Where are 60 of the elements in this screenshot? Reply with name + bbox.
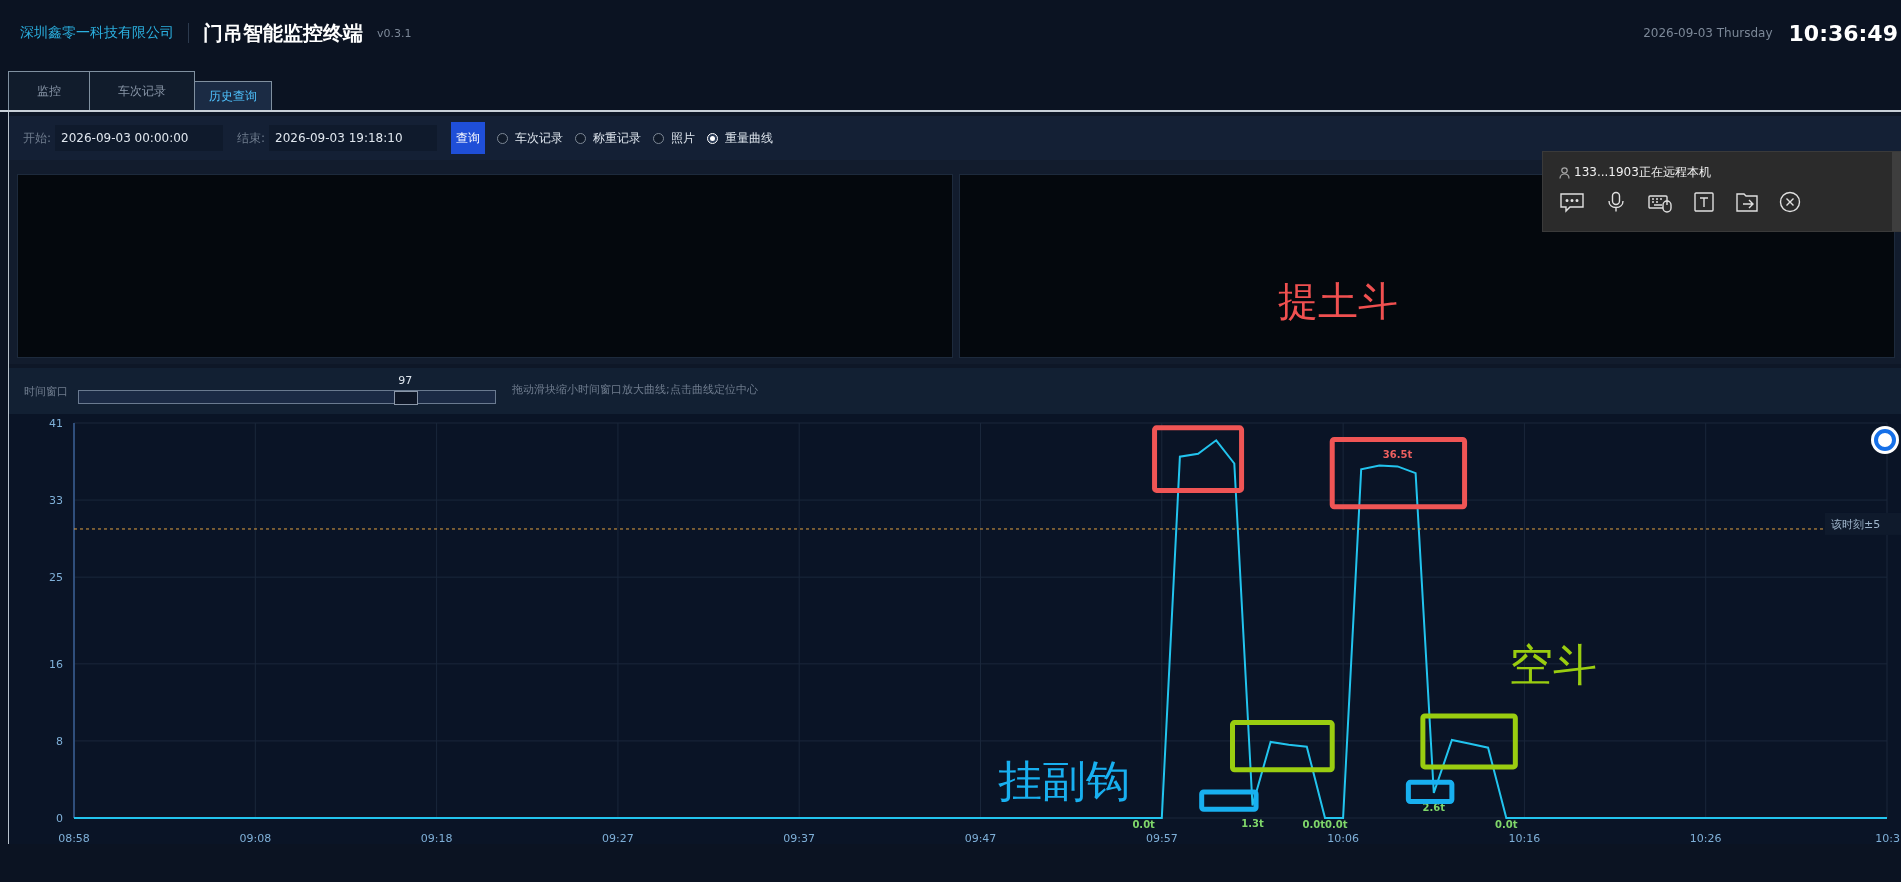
folder-arrow-icon[interactable] <box>1735 191 1759 213</box>
axis-label: 10:26 <box>1689 832 1722 844</box>
tab[interactable]: 监控 <box>8 71 90 110</box>
radio-button[interactable] <box>575 132 587 144</box>
axis-label: 09:08 <box>239 832 272 844</box>
chat-icon[interactable] <box>1559 191 1585 213</box>
company-name: 深圳鑫零一科技有限公司 <box>20 24 174 42</box>
query-button[interactable]: 查询 <box>451 122 486 154</box>
slider-track[interactable] <box>78 390 496 404</box>
axis-label: 0 <box>56 812 63 825</box>
field-label: 结束: <box>237 129 266 147</box>
version-label: v0.3.1 <box>377 26 412 40</box>
value-label: 0.0t <box>1495 819 1518 830</box>
threshold-tag: 该时刻±5 <box>1825 513 1901 535</box>
axis-label: 08:58 <box>58 832 90 844</box>
axis-label: 09:27 <box>602 832 634 844</box>
axis-label: 8 <box>56 734 63 748</box>
annotation-text: 挂副钩 <box>997 754 1130 806</box>
input-field[interactable]: 2026-09-03 00:00:00 <box>55 125 224 151</box>
text-box-icon[interactable] <box>1693 191 1715 213</box>
radio-label[interactable]: 重量曲线 <box>725 129 774 147</box>
tab[interactable]: 历史查询 <box>194 81 272 110</box>
date-label: 2026-09-03 Thursday <box>1643 26 1773 40</box>
axis-label: 09:47 <box>964 832 997 844</box>
tab[interactable]: 车次记录 <box>89 71 195 110</box>
radio-label[interactable]: 车次记录 <box>515 129 564 147</box>
annotation-text: 空斗 <box>1509 639 1598 691</box>
ring-icon[interactable] <box>1871 426 1899 454</box>
clock-time: 10:36:49 <box>1788 20 1898 46</box>
axis-label: 09:18 <box>420 832 453 844</box>
axis-label: 41 <box>49 417 63 430</box>
slider-value: 97 <box>397 374 414 387</box>
axis-label: 16 <box>49 657 63 671</box>
axis-label: 10:3 <box>1875 832 1900 844</box>
field-label: 开始: <box>23 129 52 147</box>
radio-label[interactable]: 称重记录 <box>593 129 642 147</box>
value-label: 1.3t <box>1241 818 1264 829</box>
radio-button[interactable] <box>653 132 665 144</box>
microphone-icon[interactable] <box>1605 191 1627 213</box>
user-icon <box>1559 166 1570 179</box>
radio-button[interactable] <box>497 132 509 144</box>
axis-label: 09:37 <box>783 832 816 844</box>
hint-text: 拖动滑块缩小时间窗口放大曲线;点击曲线定位中心 <box>512 381 758 397</box>
axis-label: 09:57 <box>1145 832 1178 844</box>
input-field[interactable]: 2026-09-03 19:18:10 <box>269 125 438 151</box>
slider-label: 时间窗口 <box>24 383 69 399</box>
axis-label: 33 <box>49 494 63 508</box>
app-title: 门吊智能监控终端 <box>203 19 363 47</box>
weight-line[interactable] <box>73 438 1888 819</box>
slider-thumb[interactable] <box>394 391 419 405</box>
axis-label: 25 <box>49 571 63 585</box>
value-label: 36.5t <box>1382 449 1413 461</box>
axis-label: 10:16 <box>1508 832 1541 844</box>
axis-label: 10:06 <box>1327 832 1359 844</box>
radio-label[interactable]: 照片 <box>671 129 696 147</box>
close-icon[interactable] <box>1779 191 1801 213</box>
value-label: 0.0t0.0t <box>1302 819 1348 830</box>
value-label: 0.0t <box>1132 819 1155 830</box>
remote-status: 133...1903正在远程本机 <box>1574 164 1711 181</box>
annotation-text: 提土斗 <box>1277 280 1398 321</box>
